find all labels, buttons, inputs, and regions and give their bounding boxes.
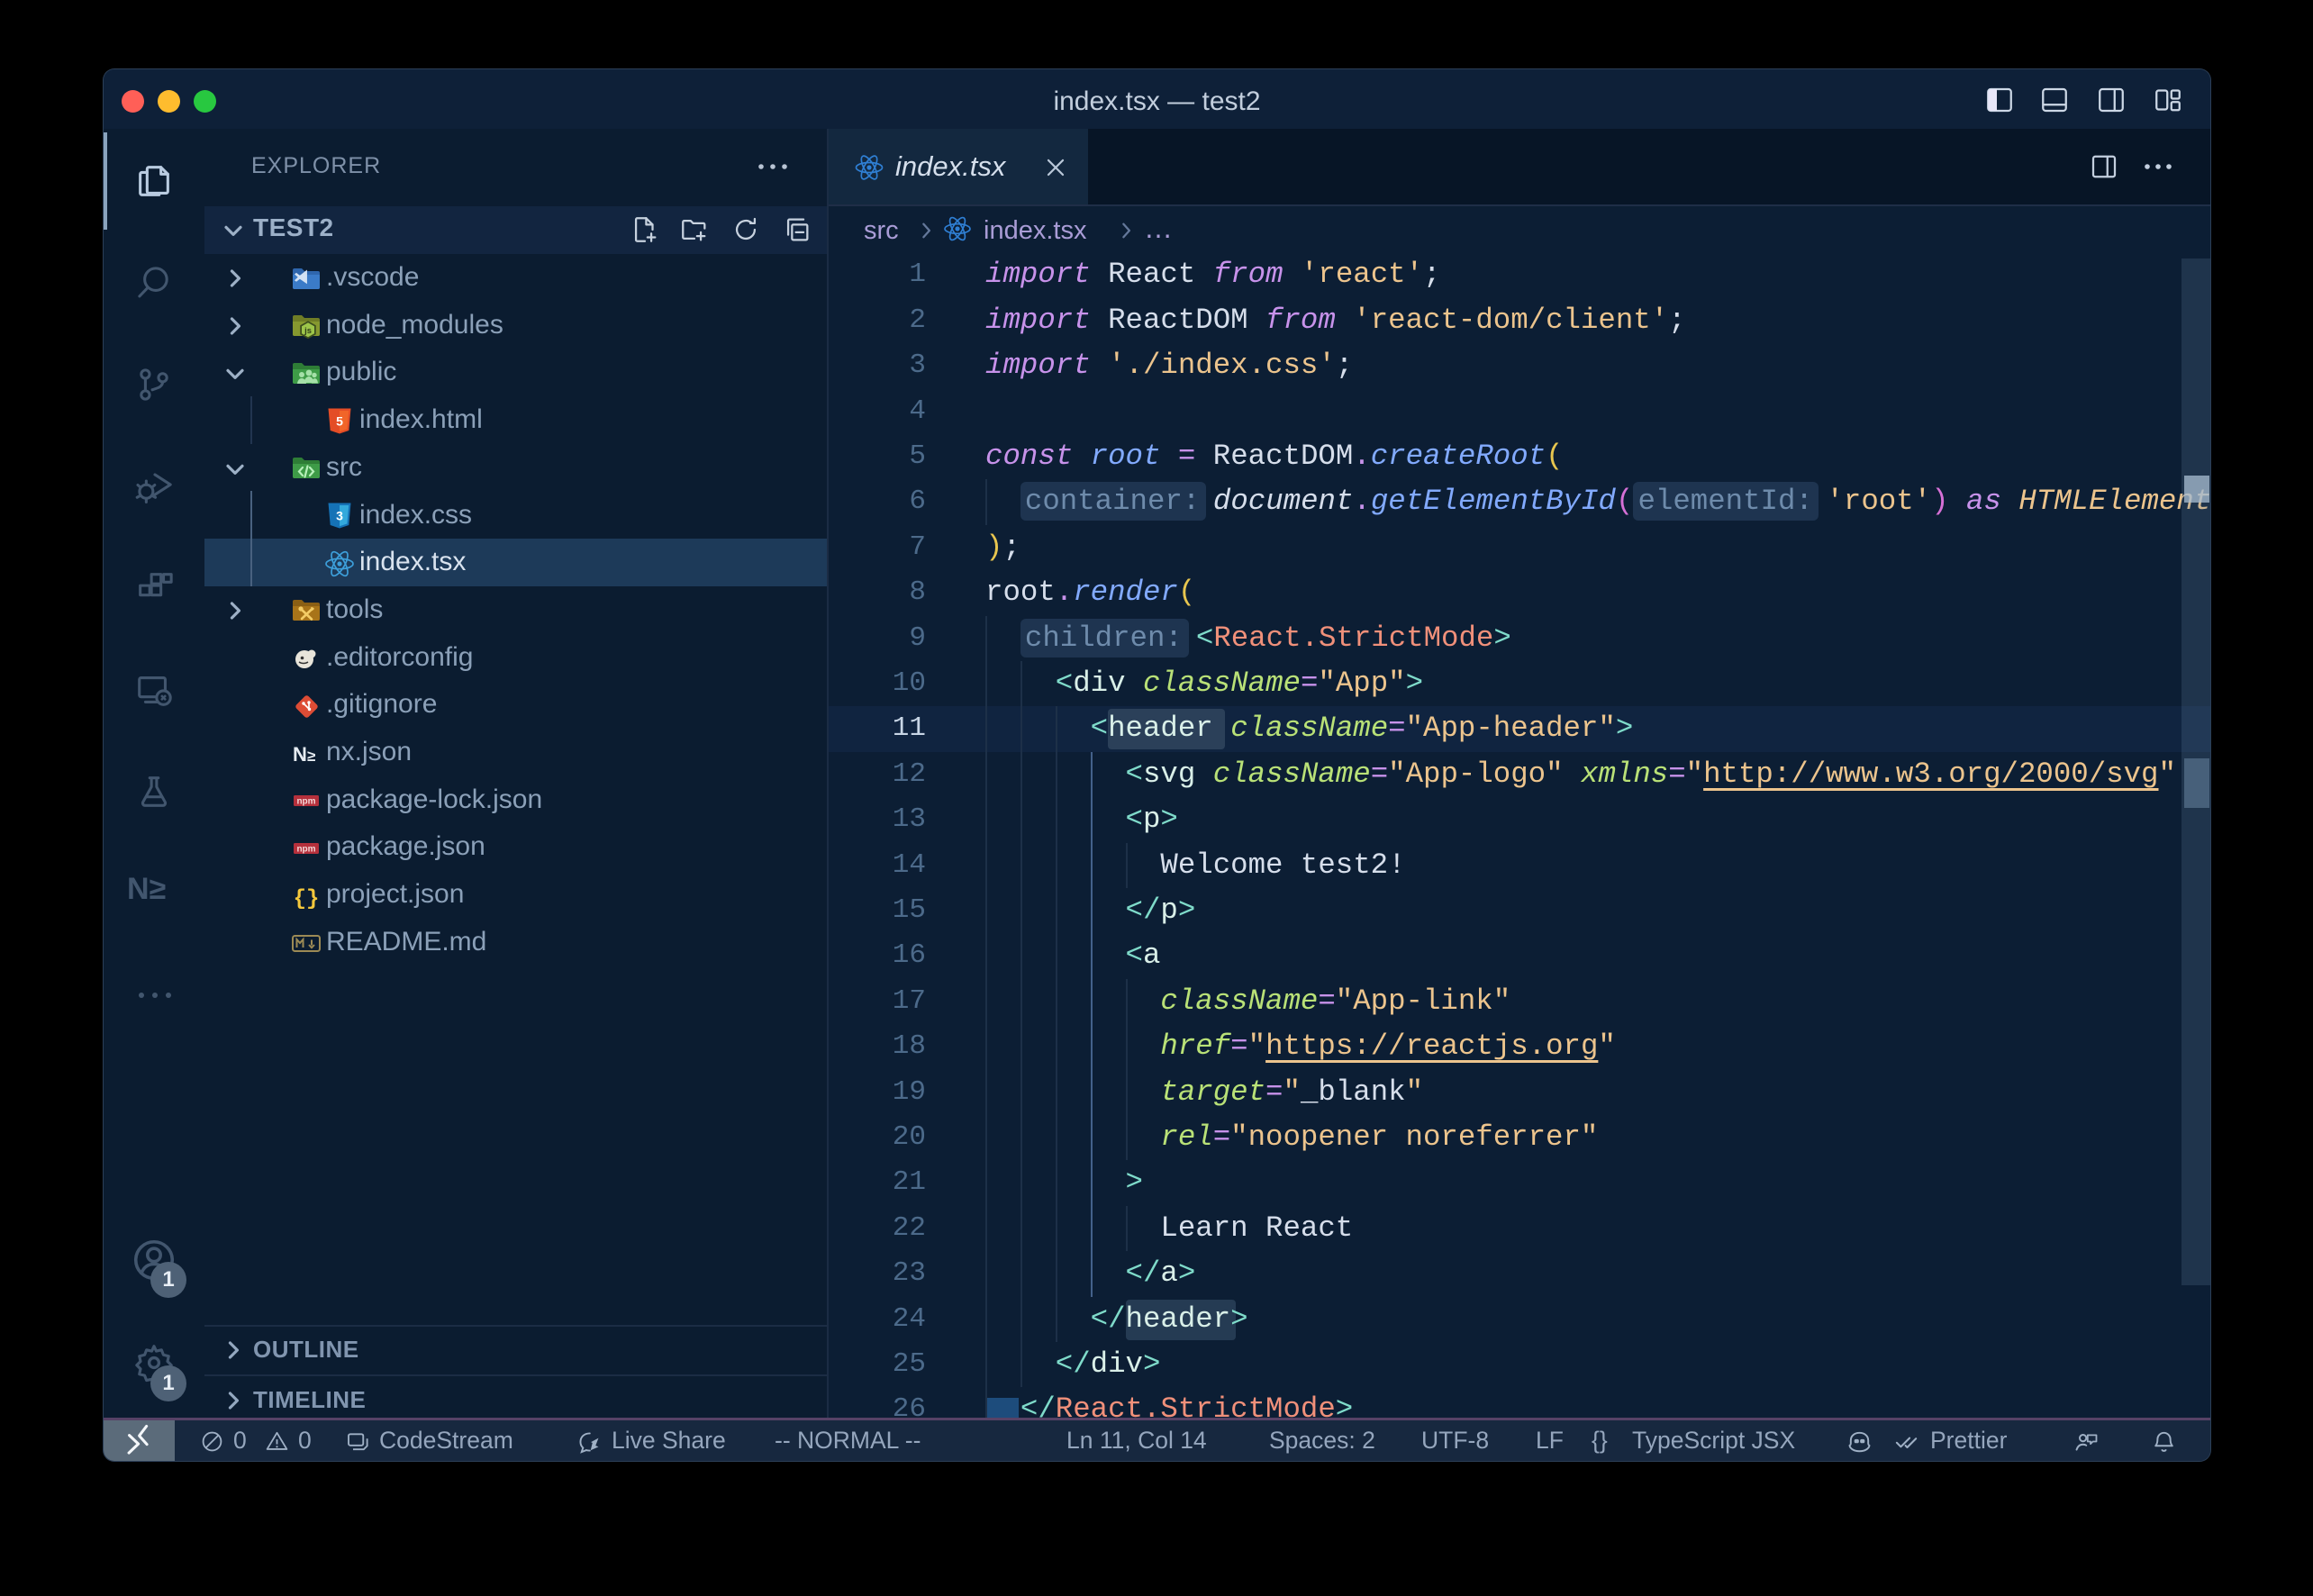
svg-text:npm: npm [296,797,315,807]
svg-text:js: js [304,326,312,335]
svg-text:N: N [293,743,307,766]
svg-text:5: 5 [336,413,343,428]
svg-text:{}: {} [294,887,320,911]
svg-text:≥: ≥ [307,748,315,765]
svg-text:npm: npm [296,844,315,854]
svg-text:3: 3 [336,509,343,523]
